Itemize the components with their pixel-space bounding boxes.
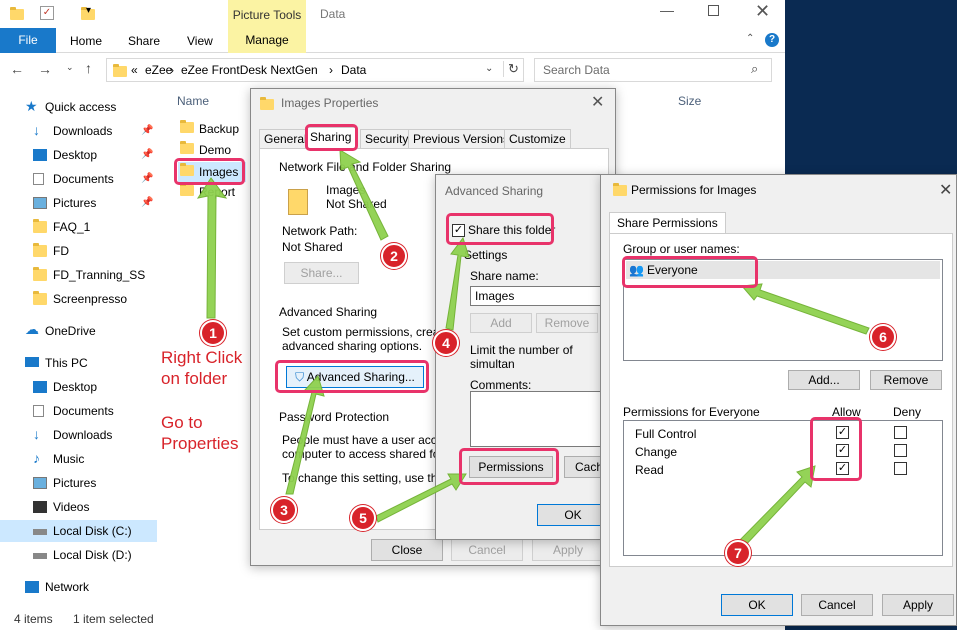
callout-6: 6 [870, 324, 896, 350]
arrow-2 [339, 149, 389, 241]
arrow-1 [196, 177, 228, 319]
callout-7: 7 [725, 540, 751, 566]
callout-3: 3 [271, 497, 297, 523]
instruction-right-click-1: Right Click [161, 348, 243, 367]
callout-5: 5 [350, 505, 376, 531]
arrow-6 [740, 283, 870, 335]
arrow-4 [445, 236, 470, 331]
callout-2: 2 [381, 243, 407, 269]
arrow-3 [285, 375, 325, 495]
highlight-share-checkbox [446, 213, 554, 245]
arrow-7 [734, 465, 816, 550]
instruction-go-to-2: Properties [161, 434, 239, 453]
instruction-right-click-2: on folder [161, 369, 228, 388]
arrow-5 [375, 473, 467, 523]
highlight-images-folder [174, 158, 245, 185]
highlight-allow-column [810, 417, 862, 481]
highlight-everyone [622, 256, 758, 288]
highlight-advanced-sharing [275, 360, 429, 393]
instruction-go-to-1: Go to [161, 413, 203, 432]
callout-1: 1 [200, 320, 226, 346]
callout-4: 4 [433, 330, 459, 356]
highlight-permissions-button [459, 448, 559, 485]
annotation-arrows [196, 149, 870, 550]
highlight-sharing-tab [305, 124, 358, 151]
